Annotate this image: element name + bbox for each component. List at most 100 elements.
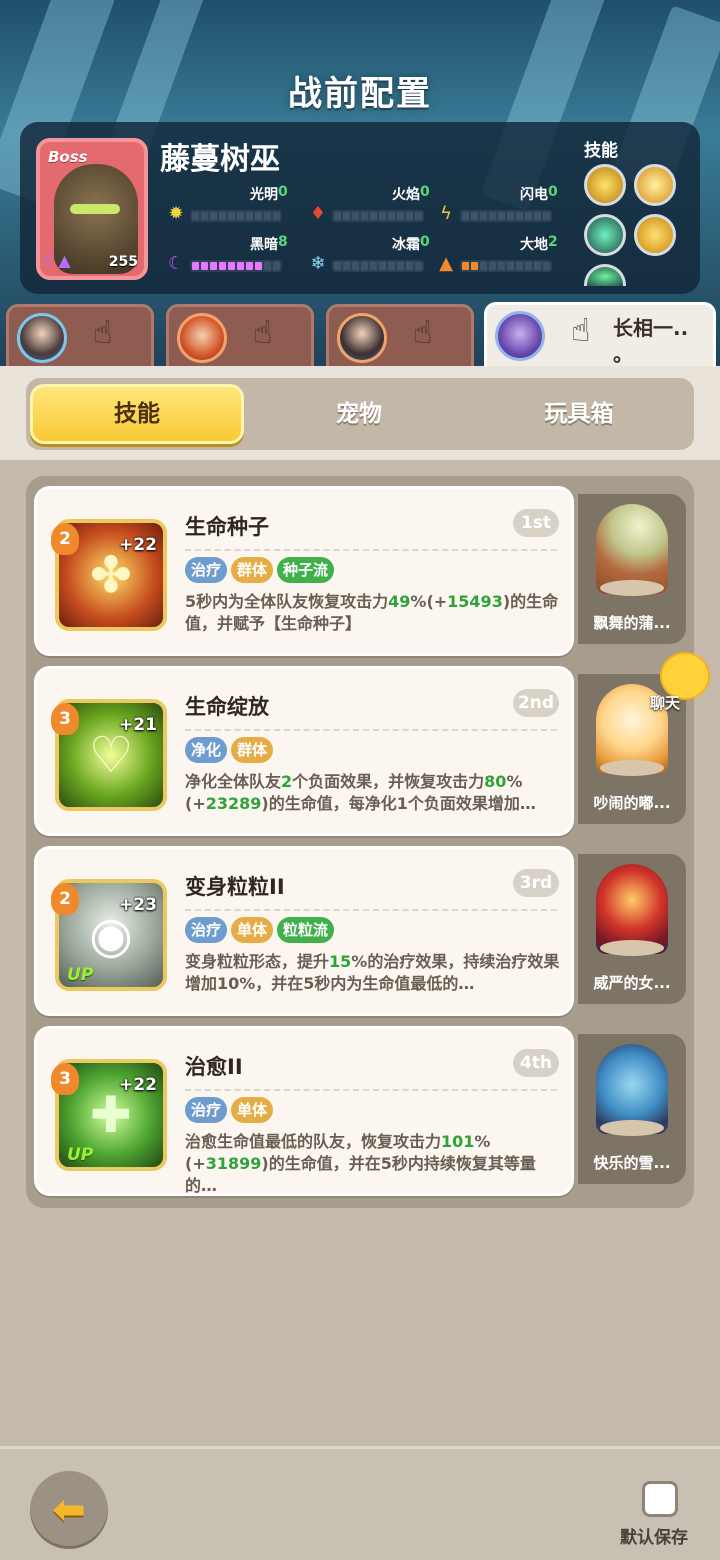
element-earth-bar [460,260,552,272]
boss-skills-label: 技能 [584,141,618,161]
skill-level-badge: 2 [51,523,79,555]
skill-name: 变身粒粒II [185,875,285,899]
boss-level: 255 [108,254,138,270]
skill-tag: 单体 [231,917,274,943]
element-dark: 黑暗 8 ☾ [167,234,288,274]
hero-name: 长相一.. 。 [613,316,689,366]
skill-tag: 群体 [231,557,274,583]
hand-tap-icon: ☝ [93,313,113,351]
skill-rank-badge: 3rd [513,869,559,897]
element-frost: 冰霜 0 ❄ [308,234,448,274]
skill-tag: 单体 [231,1097,274,1123]
back-button[interactable]: ⬅ [30,1471,108,1549]
pet-slot-4[interactable]: 快乐的雪... [578,1034,686,1184]
boss-skill-light-icon[interactable] [584,164,626,206]
skill-description: 5秒内为全体队友恢复攻击力49%(+15493)的生命值，并赋予【生命种子】 [185,592,559,633]
skill-name: 治愈II [185,1055,243,1079]
pet-name: 快乐的雪... [593,1154,671,1172]
hero-tab-1[interactable]: ☝ [6,304,154,368]
skill-up-tag: UP [67,1145,94,1165]
default-save-label: 默认保存 [620,1528,688,1548]
pet-slot-1[interactable]: 飘舞的蒲... [578,494,686,644]
tab-toybox[interactable]: 玩具箱 [472,384,686,444]
skill-tag: 治疗 [185,1097,228,1123]
skill-tags: 治疗 单体 粒粒流 [185,917,335,943]
skill-rank-badge: 1st [513,509,559,537]
boss-name: 藤蔓树巫 [160,142,280,177]
tab-skills[interactable]: 技能 [30,384,244,444]
element-fire-bar [332,210,424,222]
hand-tap-icon: ☝ [253,313,273,351]
element-light: 光明 0 ✹ [166,184,306,224]
page-title: 战前配置 [288,74,432,114]
boss-info-panel: Boss ☾▲ 255 藤蔓树巫 光明 0 ✹ 火焰 0 ♦ 闪电 0 ϟ 黑暗… [20,122,700,294]
flame-icon: ♦ [309,203,327,224]
skill-tag: 群体 [231,737,274,763]
mountain-icon: ▲ [439,253,453,274]
pet-slot-3[interactable]: 威严的女... [578,854,686,1004]
element-dark-bar [190,260,282,272]
element-light-bar [190,210,282,222]
element-earth: 大地 2 ▲ [436,234,576,274]
hero-avatar [177,313,227,363]
skill-description: 净化全体队友2个负面效果，并恢复攻击力80%(+23289)的生命值，每净化1个… [185,772,536,813]
hero-avatar [17,313,67,363]
pet-name: 飘舞的蒲... [593,614,671,632]
pet-name: 吵闹的嘟... [593,794,671,812]
hero-tab-2[interactable]: ☝ [166,304,314,368]
skill-plus-tag: +21 [119,715,157,735]
arrow-left-icon: ⬅ [52,1487,86,1533]
skill-tags: 治疗 群体 种子流 [185,557,335,583]
hero-tab-3[interactable]: ☝ [326,304,474,368]
skill-level-badge: 3 [51,1063,79,1095]
tab-pets[interactable]: 宠物 [252,384,466,444]
chat-label: 聊天 [650,694,681,712]
snowflake-icon: ❄ [310,253,326,274]
pet-name: 威严的女... [593,974,671,992]
boss-skill-burst-icon[interactable] [634,164,676,206]
skill-tag: 治疗 [185,557,228,583]
skill-up-tag: UP [67,965,94,985]
hand-tap-icon: ☝ [413,313,433,351]
skill-tags: 净化 群体 [185,737,274,763]
element-fire: 火焰 0 ♦ [309,184,430,224]
category-tabs: 技能 宠物 玩具箱 [26,378,694,450]
hand-tap-icon: ☝ [571,311,591,349]
skill-name: 生命绽放 [185,695,269,719]
skill-plus-tag: +23 [119,895,157,915]
footer-bar: ⬅ 默认保存 [0,1446,720,1560]
skill-tag: 种子流 [277,557,335,583]
skill-description: 变身粒粒形态，提升15%的治疗效果，持续治疗效果增加10%，并在5秒内为生命值最… [185,952,560,993]
skill-name: 生命种子 [185,515,269,539]
hero-tab-4[interactable]: ☝ 长相一.. 。 [484,302,716,370]
boss-skill-creature-icon[interactable] [584,214,626,256]
boss-skill-beast-icon[interactable] [634,214,676,256]
skill-tags: 治疗 单体 [185,1097,274,1123]
sun-icon: ✹ [168,203,184,224]
skill-tag: 治疗 [185,917,228,943]
element-lightning-bar [460,210,552,222]
battle-scene-background: 战前配置 Boss ☾▲ 255 藤蔓树巫 光明 0 ✹ 火焰 0 ♦ 闪电 0… [0,0,720,380]
skill-card-1[interactable]: ✤ 2 +22 生命种子 1st 治疗 群体 种子流 5秒内为全体队友恢复攻击力… [34,486,574,656]
default-save-checkbox[interactable] [642,1481,678,1517]
boss-portrait[interactable]: Boss ☾▲ 255 [36,138,148,280]
skill-card-2[interactable]: ♡ 3 +21 生命绽放 2nd 净化 群体 净化全体队友2个负面效果，并恢复攻… [34,666,574,836]
skill-tag: 净化 [185,737,228,763]
chat-button[interactable]: 聊天 [640,652,712,712]
skill-card-4[interactable]: ✚ 3 +22 UP 治愈II 4th 治疗 单体 治愈生命值最低的队友，恢复攻… [34,1026,574,1196]
hero-avatar [495,311,545,361]
element-frost-bar [332,260,424,272]
skill-card-3[interactable]: ◉ 2 +23 UP 变身粒粒II 3rd 治疗 单体 粒粒流 变身粒粒形态，提… [34,846,574,1016]
skill-tag: 粒粒流 [277,917,335,943]
boss-skill-more-icon[interactable] [584,264,626,286]
boss-tag: Boss [48,148,88,166]
skill-rank-badge: 2nd [513,689,559,717]
skill-plus-tag: +22 [119,1075,157,1095]
element-lightning: 闪电 0 ϟ [436,184,576,224]
moon-icon: ☾▲ [44,251,71,270]
config-board: 技能 宠物 玩具箱 ✤ 2 +22 生命种子 1st 治疗 群体 种子流 5秒内… [0,366,720,1446]
skill-level-badge: 2 [51,883,79,915]
skill-level-badge: 3 [51,703,79,735]
skill-rank-badge: 4th [513,1049,559,1077]
lightning-icon: ϟ [440,203,452,224]
